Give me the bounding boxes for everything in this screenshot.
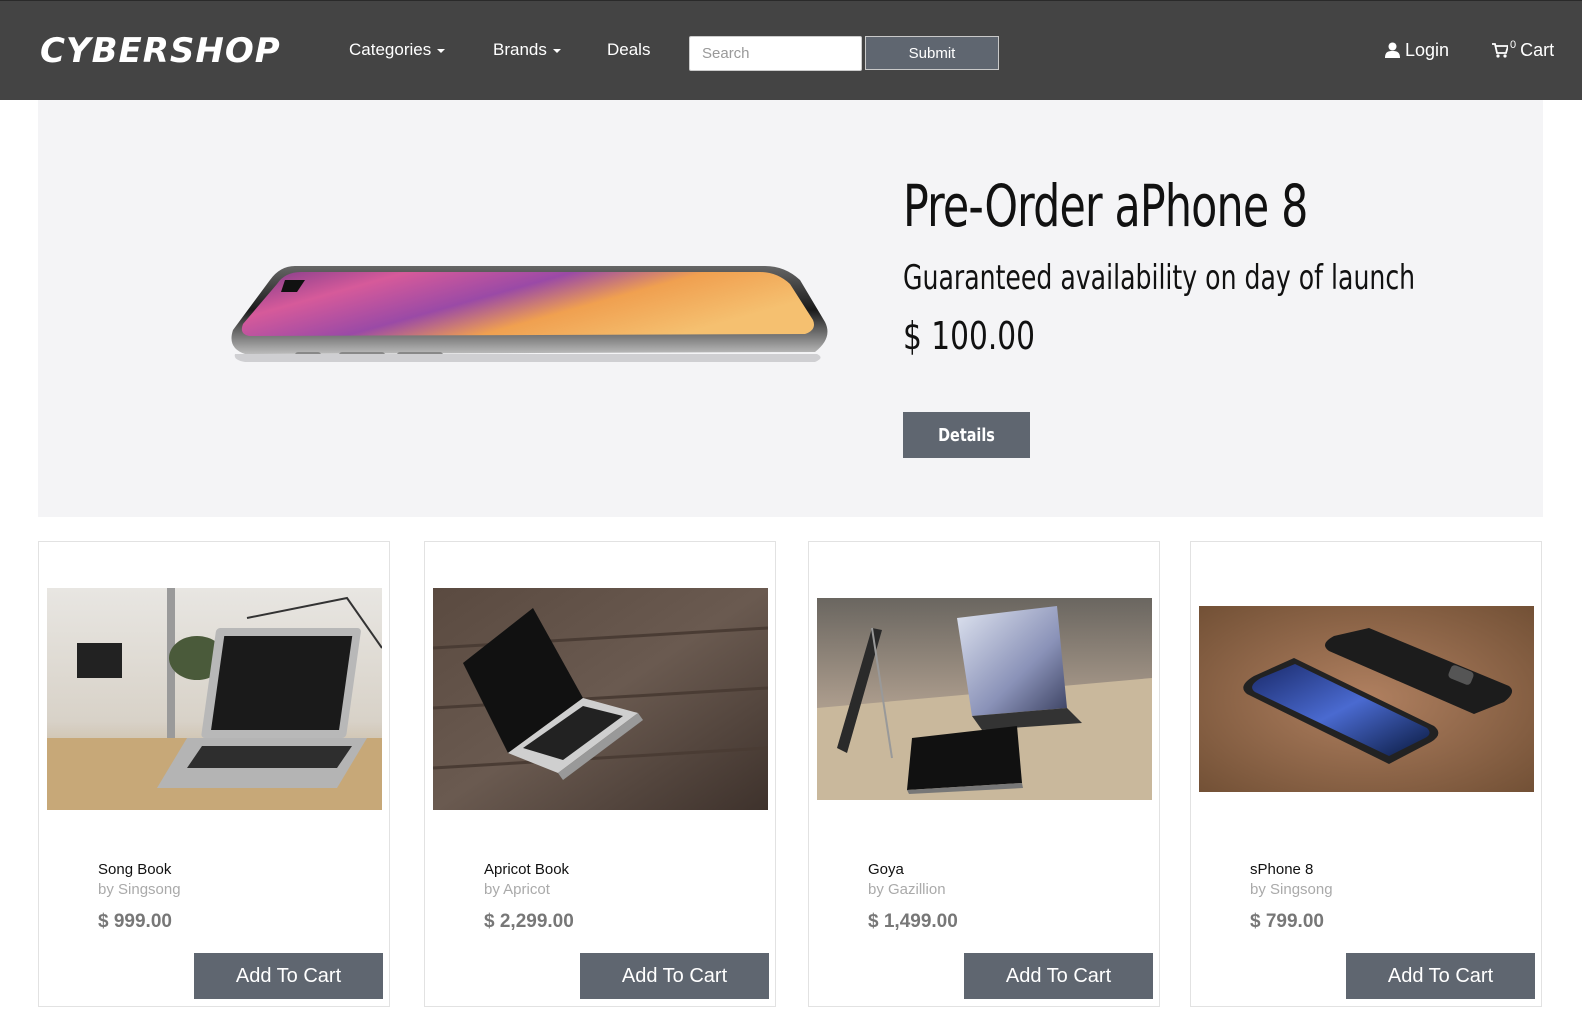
top-navbar: CYBERSHOP Categories Brands Deals Submit… — [0, 0, 1582, 100]
product-price: $ 2,299.00 — [484, 911, 574, 932]
product-brand: by Apricot — [484, 881, 550, 898]
hero-title: Pre-Order aPhone 8 — [903, 172, 1308, 240]
details-button-label: Details — [938, 424, 995, 446]
cart-label: Cart — [1520, 40, 1555, 60]
nav-categories-label: Categories — [349, 40, 432, 59]
hero-subtitle: Guaranteed availability on day of launch — [903, 258, 1416, 298]
add-to-cart-button[interactable]: Add To Cart — [1346, 953, 1535, 999]
nav-brands-label: Brands — [493, 40, 547, 59]
nav-categories-dropdown[interactable]: Categories — [349, 38, 446, 62]
add-to-cart-button[interactable]: Add To Cart — [580, 953, 769, 999]
hero-price: $ 100.00 — [903, 314, 1035, 358]
product-name[interactable]: Apricot Book — [484, 860, 569, 880]
product-image-laptop[interactable] — [433, 588, 768, 810]
add-to-cart-button[interactable]: Add To Cart — [194, 953, 383, 999]
product-name[interactable]: sPhone 8 — [1250, 860, 1313, 880]
cart-link[interactable]: 0 Cart — [1492, 38, 1554, 65]
product-name[interactable]: Song Book — [98, 860, 171, 880]
hero-details-button[interactable]: Details — [903, 412, 1030, 458]
product-name[interactable]: Goya — [868, 860, 904, 880]
search-submit-button[interactable]: Submit — [865, 36, 999, 70]
product-brand: by Singsong — [1250, 881, 1333, 898]
product-price: $ 999.00 — [98, 911, 172, 932]
add-to-cart-button[interactable]: Add To Cart — [964, 953, 1153, 999]
product-brand: by Singsong — [98, 881, 181, 898]
product-card: Goya by Gazillion $ 1,499.00 Add To Cart — [808, 541, 1160, 1007]
product-image-phones[interactable] — [1199, 606, 1534, 792]
login-label: Login — [1405, 40, 1450, 60]
search-input[interactable] — [689, 36, 862, 71]
product-price: $ 1,499.00 — [868, 911, 958, 932]
brand-logo[interactable]: CYBERSHOP — [40, 29, 281, 73]
product-card: Apricot Book by Apricot $ 2,299.00 Add T… — [424, 541, 776, 1007]
hero-phone-image — [225, 262, 835, 379]
product-brand: by Gazillion — [868, 881, 946, 898]
caret-down-icon — [437, 48, 446, 53]
product-image-laptop[interactable] — [47, 588, 382, 810]
nav-deals-link[interactable]: Deals — [607, 38, 650, 62]
product-price: $ 799.00 — [1250, 911, 1324, 932]
user-icon — [1385, 42, 1400, 58]
product-card: sPhone 8 by Singsong $ 799.00 Add To Car… — [1190, 541, 1542, 1007]
product-image-tablets[interactable] — [817, 598, 1152, 800]
product-card: Song Book by Singsong $ 999.00 Add To Ca… — [38, 541, 390, 1007]
cart-count-badge: 0 — [1510, 39, 1517, 51]
caret-down-icon — [552, 48, 561, 53]
nav-brands-dropdown[interactable]: Brands — [493, 38, 561, 62]
cart-icon — [1492, 43, 1508, 58]
login-link[interactable]: Login — [1385, 38, 1449, 62]
